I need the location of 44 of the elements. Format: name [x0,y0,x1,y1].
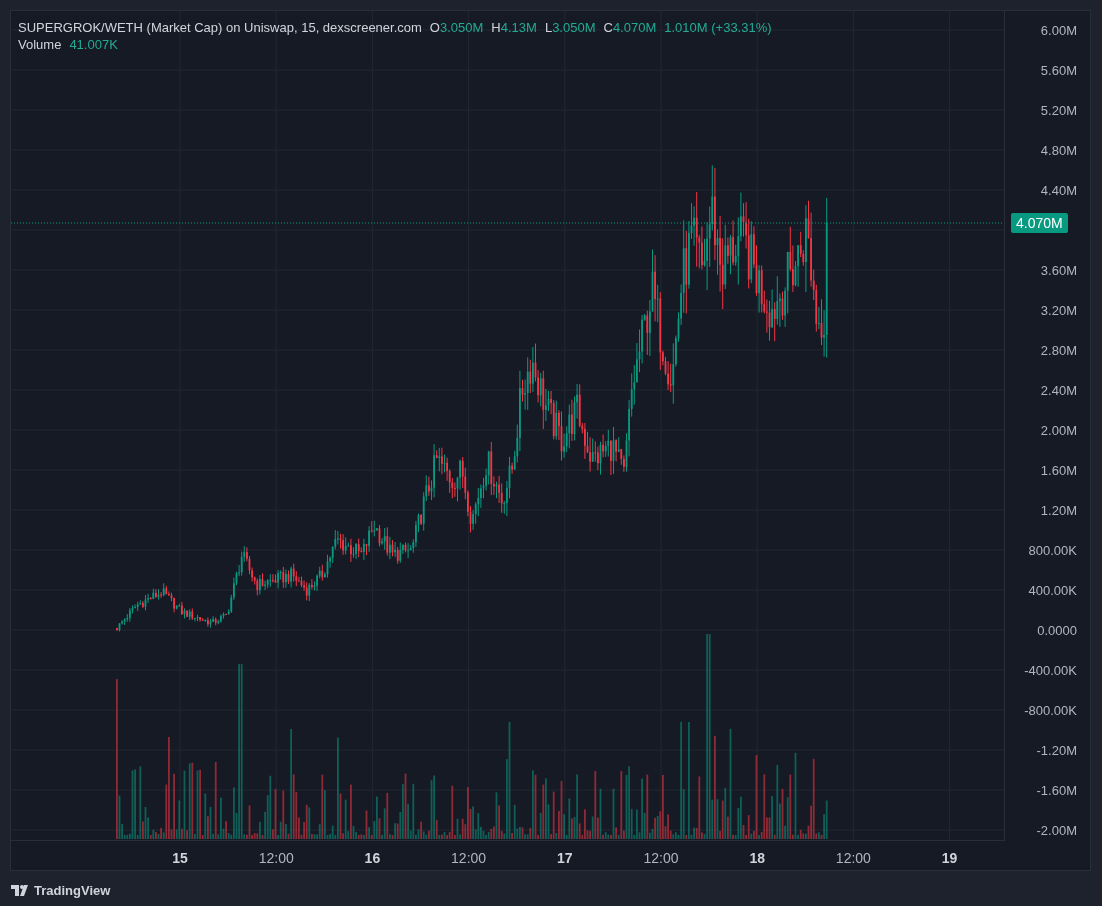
time-axis-label: 18 [749,849,765,868]
price-axis-label: 4.80M [1040,142,1077,160]
price-axis-label: -800.00K [1024,702,1077,720]
price-axis-label: -2.00M [1036,822,1077,840]
last-price-label: 4.070M [1011,213,1068,233]
price-axis-label: 5.20M [1040,102,1077,120]
price-axis-label: 2.40M [1040,382,1077,400]
ohlc-label: C [603,19,613,36]
time-axis-label: 12:00 [835,849,871,868]
volume-value: 41.007K [69,36,118,53]
time-axis-label: 17 [557,849,573,868]
ohlc-value: 4.13M [500,19,537,36]
price-axis-label: 3.60M [1040,262,1077,280]
price-axis-label: 800.00K [1028,542,1077,560]
ohlc-label: O [429,19,440,36]
ohlc-value: 3.050M [440,19,484,36]
change-value: 1.010M (+33.31%) [664,19,772,36]
time-axis-label: 12:00 [643,849,679,868]
price-axis-label: 4.40M [1040,182,1077,200]
time-axis-label: 12:00 [258,849,294,868]
time-axis-label: 16 [364,849,381,868]
ohlc-label: H [491,19,501,36]
price-axis-label: -400.00K [1024,662,1077,680]
chart-symbol-title: SUPERGROK/WETH (Market Cap) on Uniswap, 15, dexscreener.com [18,19,422,36]
price-axis-label: 400.00K [1028,582,1077,600]
price-axis-label: 0.0000 [1037,622,1077,640]
price-axis-label: 5.60M [1040,62,1077,80]
logo-text[interactable]: TradingView [34,881,111,901]
time-axis-label: 19 [941,849,958,868]
price-axis-label: 2.00M [1040,422,1077,440]
ohlc-value: 4.070M [612,19,657,36]
price-axis-label: 1.60M [1040,462,1077,480]
time-axis-label: 15 [172,849,188,868]
price-axis-label: 6.00M [1040,22,1077,40]
price-axis-label: 3.20M [1040,302,1077,320]
price-axis-label: 2.80M [1040,342,1077,360]
volume-label: Volume [18,36,62,53]
ohlc-value: 3.050M [552,19,596,36]
price-axis-label: -1.60M [1036,782,1077,800]
price-axis-label: -1.20M [1036,742,1077,760]
ohlc-label: L [544,19,553,36]
logo-icon [11,885,31,897]
time-axis-label: 12:00 [451,849,487,868]
price-axis-label: 1.20M [1040,502,1077,520]
